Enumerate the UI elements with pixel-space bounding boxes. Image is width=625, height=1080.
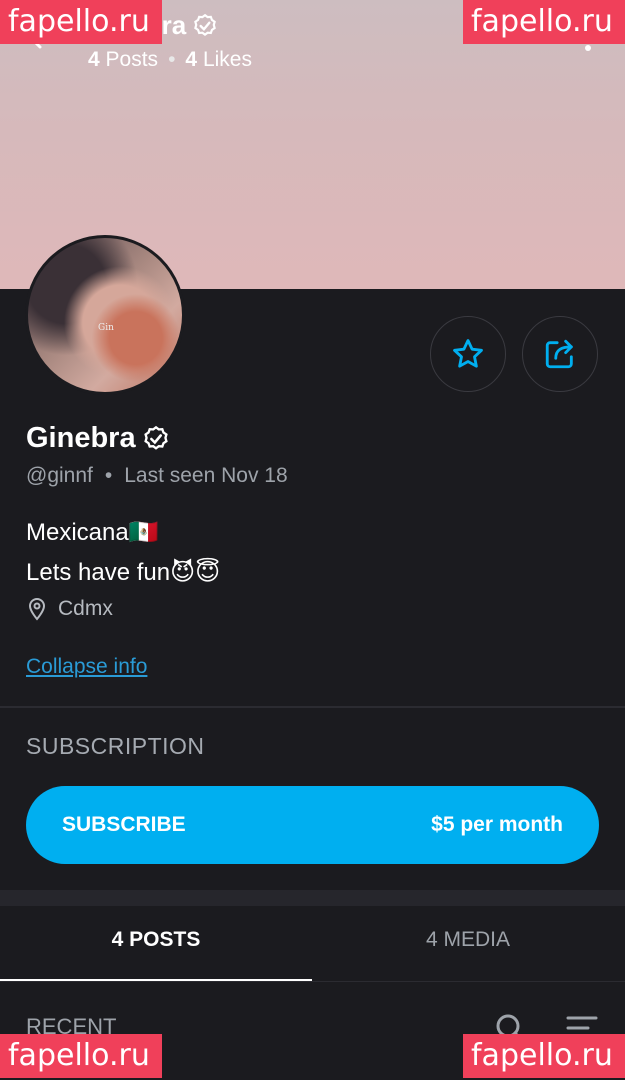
stats-separator: •: [168, 48, 176, 71]
avatar[interactable]: Gin: [25, 235, 185, 395]
posts-label: Posts: [105, 48, 159, 71]
tab-posts[interactable]: 4 POSTS: [0, 928, 312, 952]
verified-badge-icon: [194, 13, 217, 36]
watermark-top-right: fapello.ru: [463, 0, 625, 44]
collapse-info-link[interactable]: Collapse info: [26, 655, 147, 679]
bio-line-1: Mexicana🇲🇽: [26, 519, 159, 546]
favorite-button[interactable]: [430, 316, 506, 392]
location-text: Cdmx: [58, 597, 113, 620]
profile-name: Ginebra: [26, 422, 170, 455]
tabs-divider: [0, 981, 625, 982]
watermark-bottom-left: fapello.ru: [0, 1034, 162, 1078]
tab-media[interactable]: 4 MEDIA: [312, 928, 624, 952]
bio-line-2: Lets have fun😈😇: [26, 559, 221, 586]
header-stats: 4 Posts • 4 Likes: [88, 48, 252, 72]
watermark-bottom-right: fapello.ru: [463, 1034, 625, 1078]
profile-name-text: Ginebra: [26, 422, 136, 454]
avatar-caption: Gin: [98, 323, 114, 333]
subscribe-button[interactable]: SUBSCRIBE $5 per month: [26, 786, 599, 864]
subscribe-price: $5 per month: [431, 813, 563, 836]
location: Cdmx: [26, 597, 113, 621]
likes-count: 4: [185, 48, 198, 71]
meta-separator: •: [104, 464, 113, 487]
watermark-top-left: fapello.ru: [0, 0, 162, 44]
verified-badge-icon: [143, 425, 168, 450]
last-seen: Last seen Nov 18: [124, 464, 288, 487]
likes-label: Likes: [202, 48, 252, 71]
posts-count: 4: [88, 48, 100, 71]
profile-handle: @ginnf: [26, 464, 93, 487]
profile-meta: @ginnf • Last seen Nov 18: [26, 464, 288, 488]
section-divider: [0, 706, 625, 708]
share-icon: [545, 339, 573, 369]
section-separator: [0, 890, 625, 906]
share-button[interactable]: [522, 316, 598, 392]
location-pin-icon: [28, 598, 46, 621]
star-icon: [453, 339, 483, 368]
subscribe-label: SUBSCRIBE: [62, 813, 186, 836]
subscription-heading: SUBSCRIPTION: [26, 733, 205, 759]
